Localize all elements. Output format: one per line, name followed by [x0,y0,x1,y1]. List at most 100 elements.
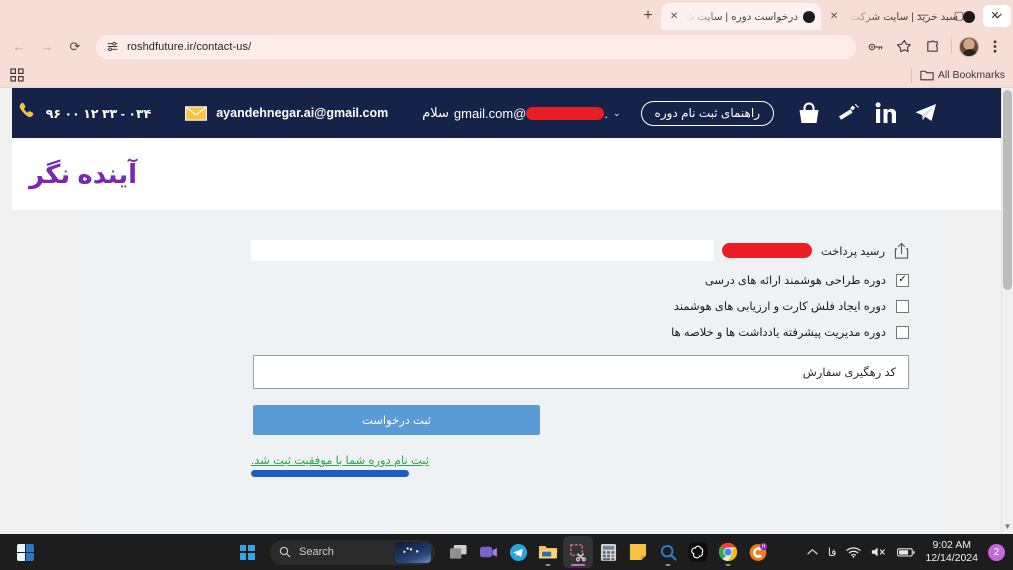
reload-button[interactable]: ⟳ [62,34,88,60]
envelope-icon [185,105,208,121]
taskbar-search[interactable]: Search [270,539,435,565]
ebook-reader-icon[interactable]: H [743,536,773,568]
all-bookmarks-group[interactable]: All Bookmarks [908,67,1005,83]
site-nav-bar: آینده نگر خانه دوره های هوش مصنوعی⌄ وبلا… [12,138,1013,210]
battery-icon[interactable] [897,547,916,558]
running-indicator [545,564,551,566]
page-body: رسید پرداخت ✓ دوره طراحی هوشمند ارائه ها… [12,210,1013,534]
aparat-icon[interactable] [835,100,861,126]
search-icon [279,546,291,558]
volume-muted-icon[interactable] [871,546,887,558]
all-bookmarks-button[interactable]: All Bookmarks [920,69,1005,81]
task-view-icon[interactable] [443,536,473,568]
language-indicator[interactable]: فا [828,546,837,559]
widgets-tile [16,543,34,561]
taskbar-center-group: Search H [232,536,773,568]
browser-toolbar: ← → ⟳ roshdfuture.ir/contact-us/ [0,30,1013,63]
scroll-down-arrow-icon[interactable]: ▼ [1003,522,1012,531]
sticky-notes-icon[interactable] [623,536,653,568]
clock-date: 12/14/2024 [925,552,978,564]
url-text: roshdfuture.ir/contact-us/ [127,40,252,53]
system-tray: فا 9:02 AM 12/14/2024 2 [807,539,1005,565]
chatgpt-icon[interactable] [683,536,713,568]
address-bar[interactable]: roshdfuture.ir/contact-us/ [96,34,856,59]
social-links [796,100,999,126]
greeting-prefix: سلام [422,105,449,120]
omnibox-actions [864,35,1007,59]
teams-icon[interactable] [473,536,503,568]
wifi-icon[interactable] [846,546,862,558]
key-icon[interactable] [864,35,888,59]
close-window-button[interactable]: ✕ [977,0,1013,30]
checkbox-course-1[interactable]: ✓ [896,273,909,287]
browser-window: سبد خرید | سایت شرکت فناور آیند ✕ درخواس… [0,0,1013,534]
file-explorer-icon[interactable] [533,536,563,568]
contact-phone[interactable]: ۰۳۴ - ۳۳ ۱۲ ۰۰ ۹۶ [17,101,152,126]
checkbox-course-2[interactable] [896,299,909,313]
linkedin-icon[interactable] [874,100,900,126]
page-scrollbar[interactable]: ▼ [1001,88,1013,534]
tab-strip: سبد خرید | سایت شرکت فناور آیند ✕ درخواس… [0,0,1013,30]
upload-icon[interactable] [893,242,909,260]
forward-button[interactable]: → [34,34,60,60]
payment-receipt-file-field[interactable] [251,240,714,261]
avatar[interactable] [959,36,979,57]
running-indicator [665,564,671,566]
email-text: ayandehnegar.ai@gmail.com [216,106,389,120]
snipping-tool-icon[interactable] [563,536,593,568]
search-placeholder: Search [299,546,334,558]
close-icon[interactable]: ✕ [667,10,681,24]
order-code-placeholder: کد رهگیری سفارش [802,367,896,379]
running-indicator [725,564,731,566]
telegram-icon[interactable] [503,536,533,568]
puzzle-icon[interactable] [920,35,944,59]
shop-bag-icon[interactable] [796,100,822,126]
checkbox-course-3[interactable] [896,325,909,339]
active-indicator [571,564,585,566]
show-hidden-icons-icon[interactable] [807,548,818,556]
phone-text: ۰۳۴ - ۳۳ ۱۲ ۰۰ ۹۶ [45,106,152,121]
chevron-down-icon[interactable]: ⌄ [613,108,621,119]
success-message: ثبت نام دوره شما با موفقیت ثبت شد. [251,455,429,467]
widgets-icon[interactable] [10,536,40,568]
checkbox-label-2: دوره ایجاد فلش کارت و ارزیابی های هوشمند [673,301,886,313]
search-wallpaper-thumbnail [395,541,431,563]
brand-name[interactable]: آینده نگر [29,159,137,190]
success-message-wrap: ثبت نام دوره شما با موفقیت ثبت شد. [251,451,909,477]
submit-request-button[interactable]: ثبت درخواست [253,405,540,435]
scrollbar-thumb[interactable] [1003,90,1012,290]
close-icon[interactable]: ✕ [827,10,841,24]
checkbox-row-3[interactable]: دوره مدیریت پیشرفته یادداشت ها و خلاصه ه… [251,325,909,339]
course-registration-guide-button[interactable]: راهنمای ثبت نام دوره [640,100,774,126]
greeting-email-suffix: @gmail.com [453,105,527,121]
all-bookmarks-label: All Bookmarks [937,69,1005,81]
star-icon[interactable] [892,35,916,59]
order-code-input[interactable]: کد رهگیری سفارش [253,355,909,389]
bookmarks-bar: All Bookmarks [0,63,1013,88]
chrome-icon[interactable] [713,536,743,568]
tune-icon[interactable] [106,40,119,53]
search-app-icon[interactable] [653,536,683,568]
three-dot-menu-icon[interactable] [983,35,1007,59]
maximize-button[interactable]: ▢ [941,0,977,30]
clock-time: 9:02 AM [932,538,971,551]
notification-badge[interactable]: 2 [988,543,1005,561]
calculator-icon[interactable] [593,536,623,568]
nav-link-home[interactable]: خانه [0,166,3,182]
screen: سبد خرید | سایت شرکت فناور آیند ✕ درخواس… [0,0,1013,570]
apps-grid-icon[interactable] [8,66,26,84]
text-selection-highlight [251,470,409,477]
new-tab-button[interactable]: + [635,3,661,29]
page-viewport: راهنمای ثبت نام دوره ⌄ .@gmail.com سلام … [0,88,1013,534]
contact-email[interactable]: ayandehnegar.ai@gmail.com [185,105,389,121]
windows-logo-icon [239,544,255,560]
checkbox-row-1[interactable]: ✓ دوره طراحی هوشمند ارائه های درسی [251,273,909,287]
checkbox-row-2[interactable]: دوره ایجاد فلش کارت و ارزیابی های هوشمند [251,299,909,313]
telegram-icon[interactable] [913,100,939,126]
taskbar-clock[interactable]: 9:02 AM 12/14/2024 [925,539,978,565]
start-button[interactable] [232,536,262,568]
user-greeting[interactable]: ⌄ .@gmail.com سلام [422,105,620,121]
minimize-button[interactable]: — [905,0,941,30]
back-button[interactable]: ← [6,34,32,60]
browser-tab-2[interactable]: درخواست دوره | سایت شرکت فناو ✕ [661,3,821,30]
